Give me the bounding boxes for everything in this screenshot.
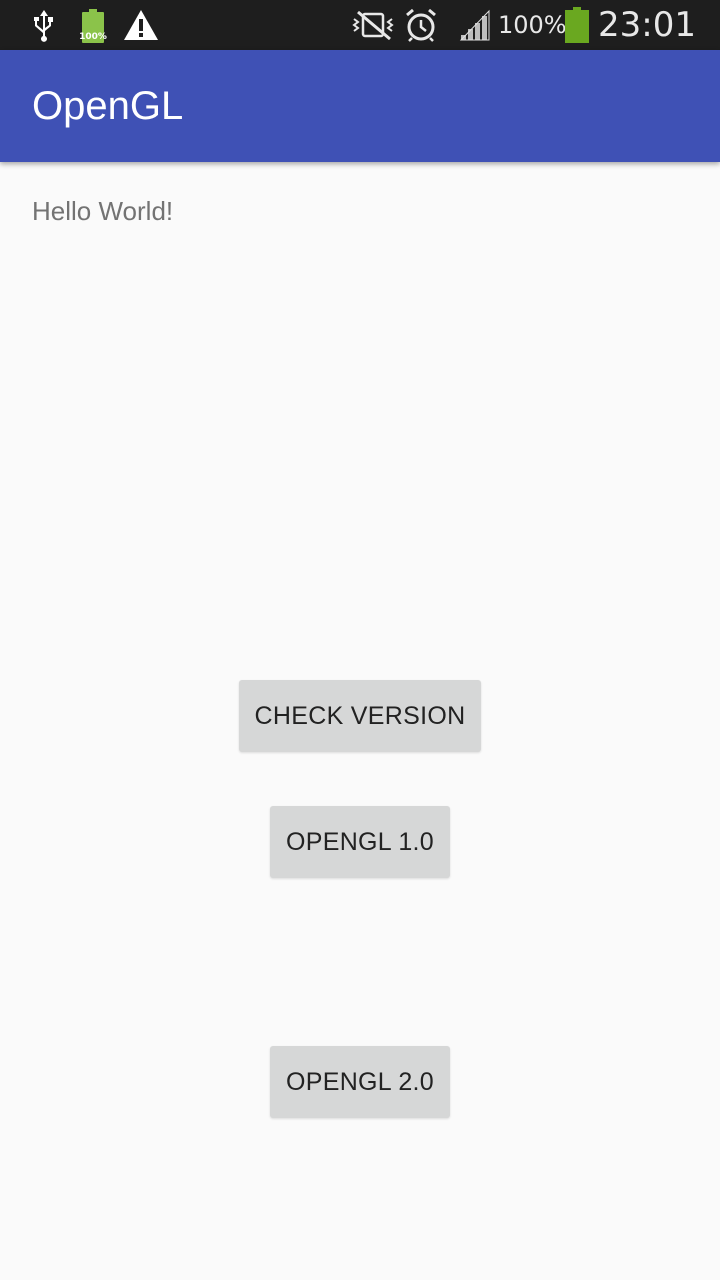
hello-text: Hello World! [32, 196, 174, 226]
app-title: OpenGL [32, 84, 184, 128]
check-version-button[interactable]: CHECK VERSION [239, 680, 481, 752]
battery-badge-label: 100% [79, 32, 107, 42]
usb-icon [30, 0, 58, 50]
screen: 100% 100% 23:01 OpenGL Hello World! CHEC… [0, 0, 720, 1280]
warning-icon [122, 0, 160, 50]
status-bar: 100% 100% 23:01 [0, 0, 720, 50]
opengl-1-button[interactable]: OPENGL 1.0 [270, 806, 450, 878]
battery-percent: 100% [498, 11, 567, 39]
app-bar: OpenGL [0, 50, 720, 162]
clock: 23:01 [598, 5, 696, 45]
battery-charging-icon: 100% [78, 0, 108, 50]
battery-icon [563, 0, 591, 50]
opengl-2-button[interactable]: OPENGL 2.0 [270, 1046, 450, 1118]
mute-icon [352, 0, 394, 50]
alarm-icon [402, 0, 440, 50]
signal-icon [458, 0, 494, 50]
